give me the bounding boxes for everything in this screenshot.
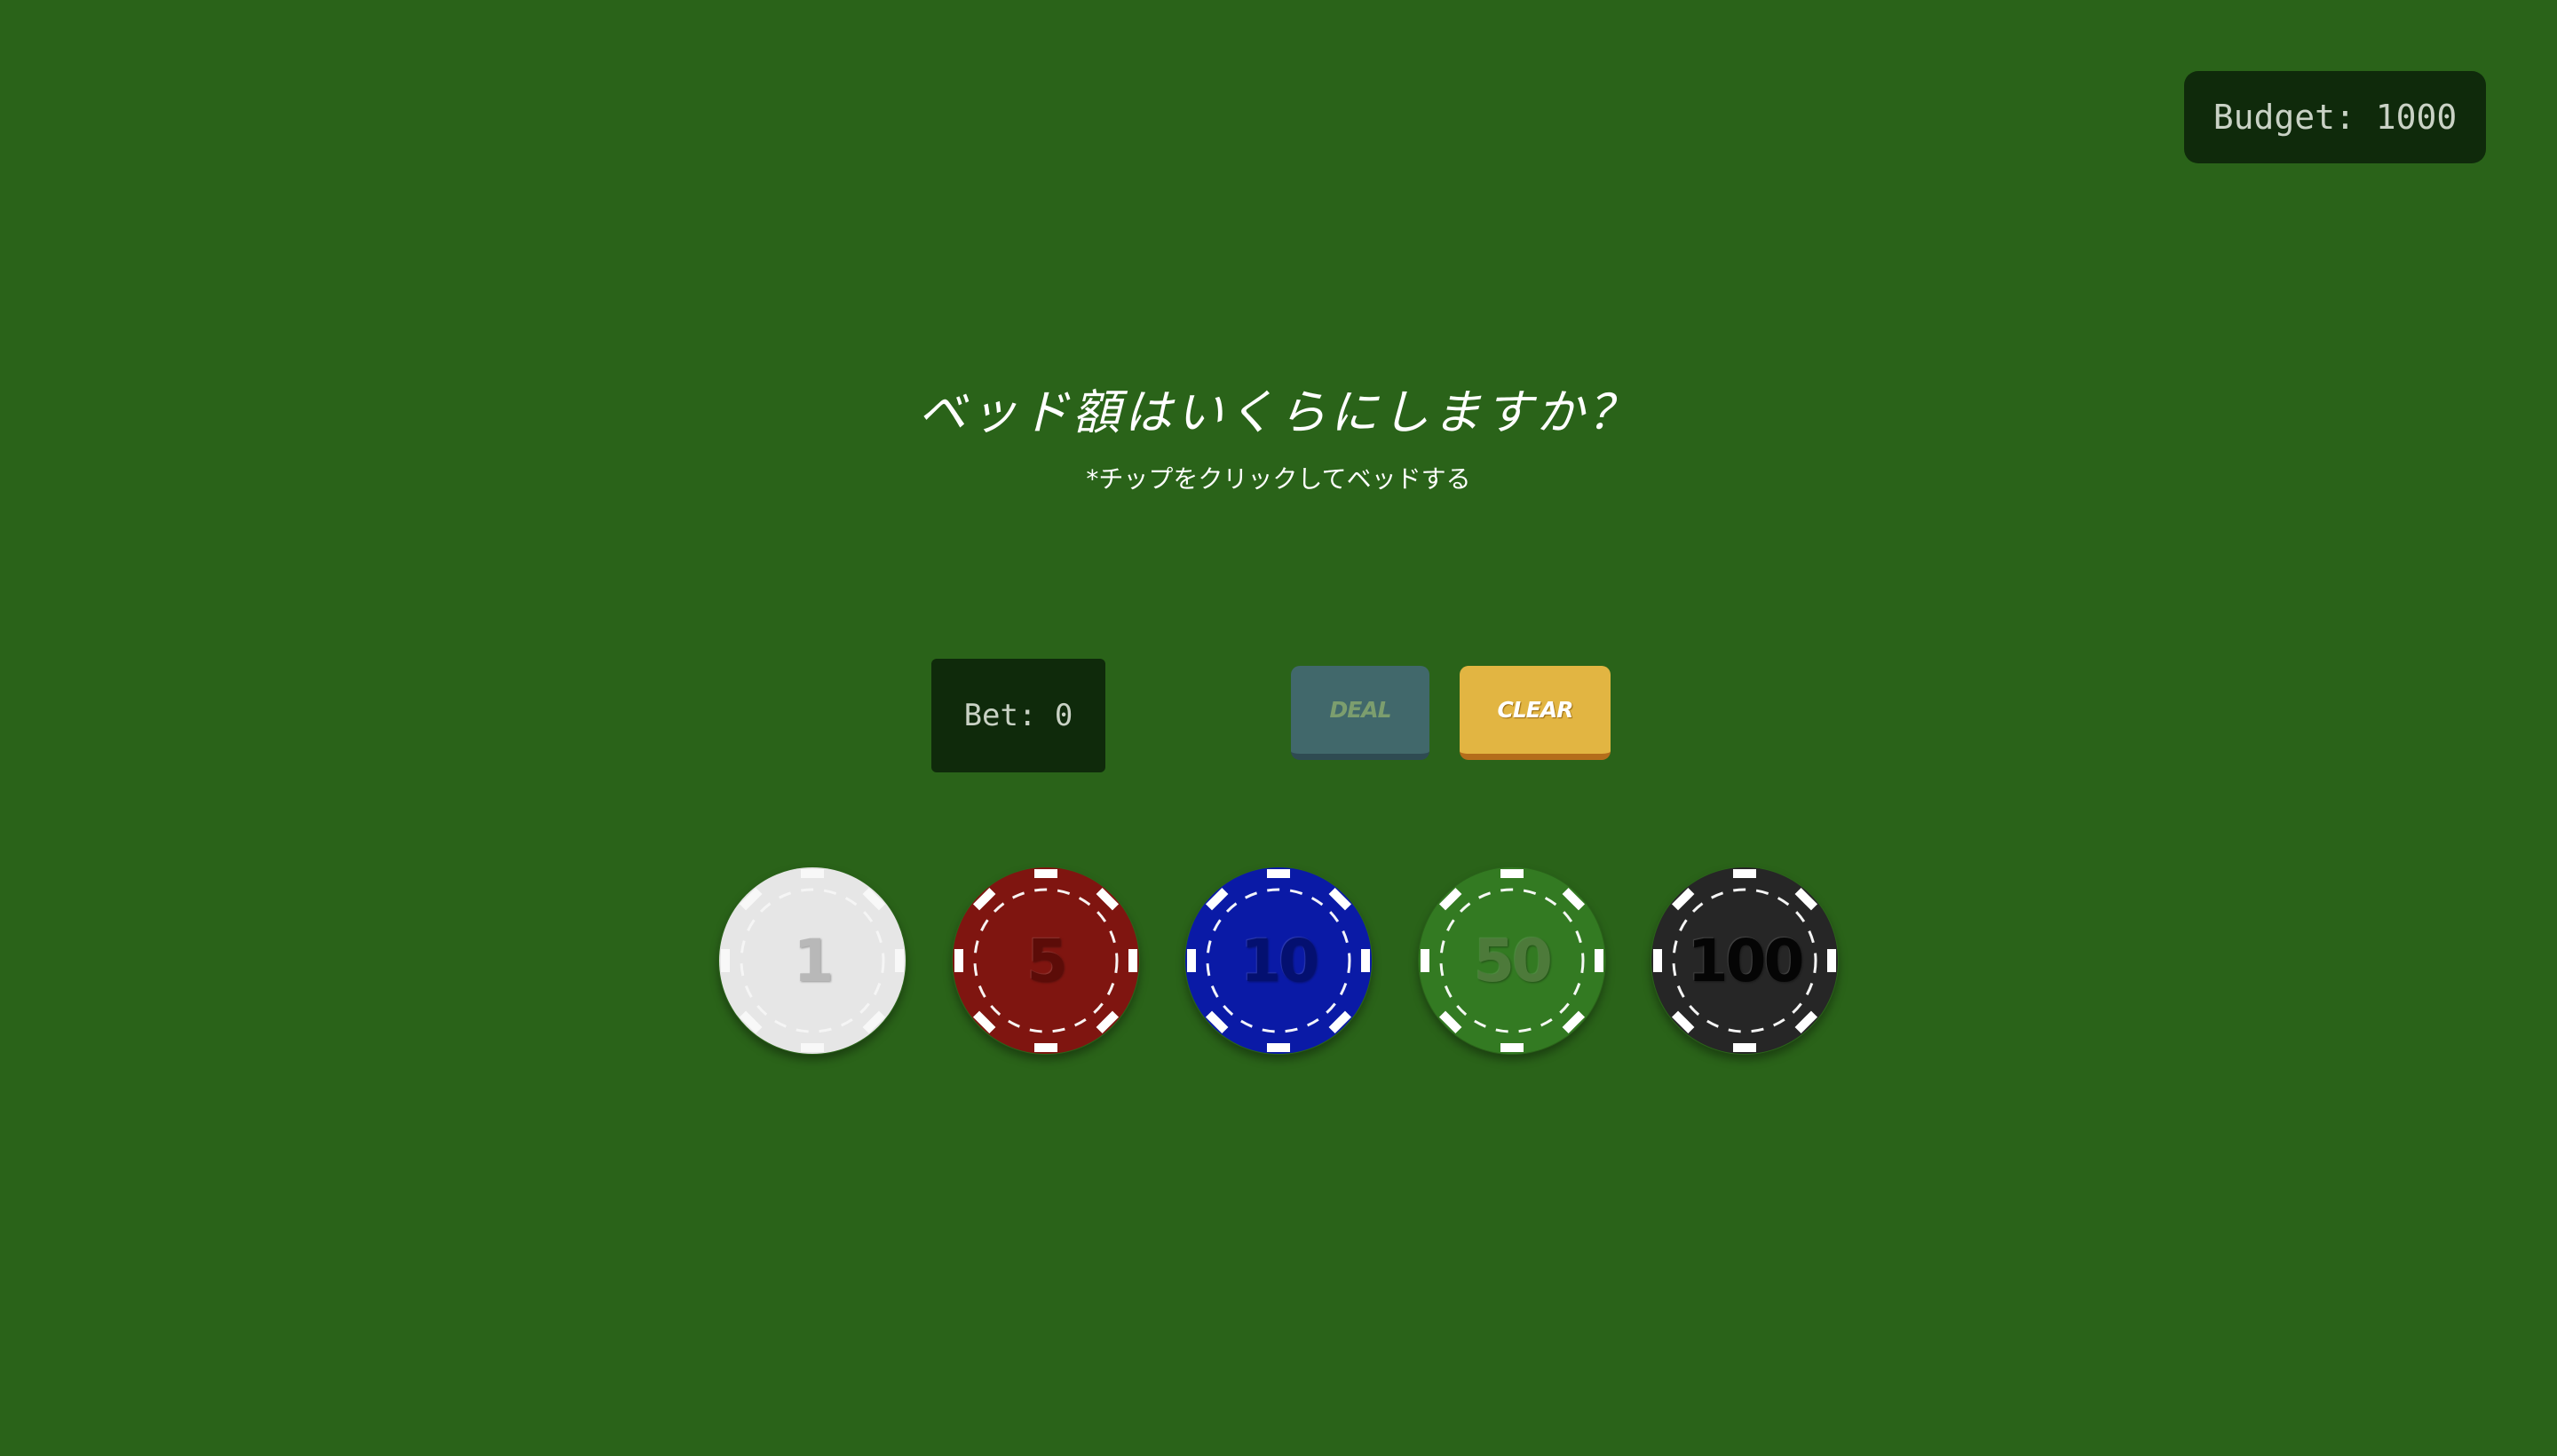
bet-display: Bet: 0	[931, 659, 1105, 772]
budget-text: Budget: 1000	[2213, 98, 2458, 137]
chip-10[interactable]: 10	[1184, 866, 1373, 1055]
chip-50-label: 50	[1474, 926, 1553, 995]
chip-1-label: 1	[793, 926, 835, 995]
chip-100-label: 100	[1687, 926, 1805, 995]
bet-text: Bet: 0	[963, 698, 1073, 733]
budget-display: Budget: 1000	[2184, 71, 2486, 163]
bet-prompt-subtitle: *チップをクリックしてベッドする	[1086, 464, 1471, 494]
deal-button[interactable]: DEAL	[1291, 666, 1429, 760]
chip-100[interactable]: 100	[1651, 866, 1839, 1055]
chip-10-label: 10	[1240, 926, 1319, 995]
chip-5-label: 5	[1026, 926, 1068, 995]
game-table: Budget: 1000 ベッド額はいくらにしますか？ *チップをクリックしてベ…	[0, 0, 2557, 1456]
chip-5[interactable]: 5	[952, 866, 1140, 1055]
chip-1[interactable]: 1	[718, 866, 906, 1055]
chip-50[interactable]: 50	[1418, 866, 1606, 1055]
clear-button[interactable]: CLEAR	[1460, 666, 1611, 760]
bet-prompt-title: ベッド額はいくらにしますか？	[918, 384, 1639, 440]
